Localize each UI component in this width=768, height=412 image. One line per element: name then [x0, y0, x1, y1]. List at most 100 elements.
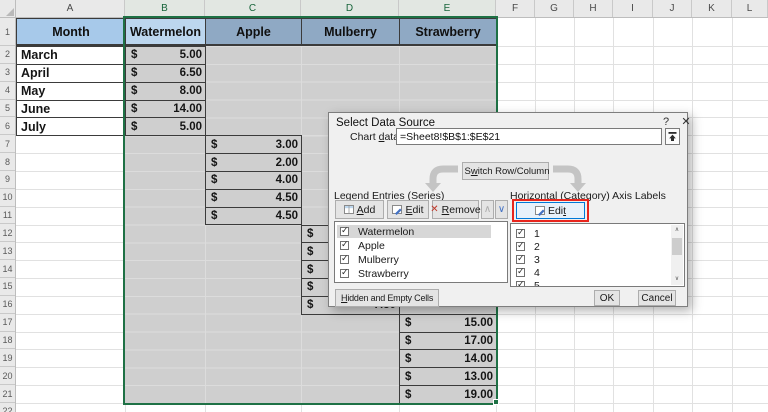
cell-watermelon-r3[interactable]: $6.50	[125, 63, 206, 83]
checkbox-checked[interactable]: ✓	[516, 266, 525, 277]
cell-watermelon-r4[interactable]: $8.00	[125, 81, 206, 101]
column-header-B[interactable]: B	[125, 0, 205, 17]
checkbox-checked[interactable]: ✓	[340, 239, 349, 250]
row-header-21[interactable]: 21	[0, 385, 15, 403]
cell-apple-r9[interactable]: $4.00	[205, 170, 302, 190]
header-cell-Strawberry[interactable]: Strawberry	[399, 18, 497, 46]
axis-label-item-1[interactable]: ✓ 1	[513, 227, 668, 240]
cell-month-June[interactable]: June	[16, 99, 126, 119]
axis-list-scrollbar[interactable]: ∧ ∨	[671, 225, 683, 285]
axis-label-item-3[interactable]: ✓ 3	[513, 253, 668, 266]
add-series-button[interactable]: Add	[335, 200, 384, 219]
legend-entries-list[interactable]: ✓ Watermelon ✓ Apple ✓ Mulberry ✓ Strawberry	[334, 221, 508, 283]
scrollbar-thumb[interactable]	[672, 238, 682, 255]
axis-labels-list[interactable]: ∧ ∨ ✓ 1 ✓ 2 ✓ 3 ✓ 4 ✓ 5	[510, 223, 685, 287]
checkbox-checked[interactable]: ✓	[516, 240, 525, 251]
row-header-5[interactable]: 5	[0, 100, 15, 118]
checkbox-checked[interactable]: ✓	[340, 253, 349, 264]
header-cell-Mulberry[interactable]: Mulberry	[301, 18, 400, 46]
axis-label-item-4[interactable]: ✓ 4	[513, 266, 668, 279]
series-item-watermelon[interactable]: ✓ Watermelon	[337, 225, 491, 238]
column-header-A[interactable]: A	[16, 0, 125, 17]
column-header-F[interactable]: F	[496, 0, 535, 17]
column-header-L[interactable]: L	[732, 0, 768, 17]
cell-apple-r10[interactable]: $4.50	[205, 188, 302, 208]
cell-strawberry-r19[interactable]: $14.00	[399, 349, 497, 369]
checkbox-checked[interactable]: ✓	[516, 253, 525, 264]
cell-strawberry-r17[interactable]: $15.00	[399, 313, 497, 333]
cancel-button[interactable]: Cancel	[638, 290, 676, 306]
column-header-D[interactable]: D	[301, 0, 399, 17]
series-item-apple[interactable]: ✓ Apple	[337, 239, 491, 252]
header-cell-Apple[interactable]: Apple	[205, 18, 302, 46]
cell-value: 15.00	[464, 317, 493, 330]
row-header-20[interactable]: 20	[0, 367, 15, 386]
checkbox-checked[interactable]: ✓	[516, 227, 525, 238]
column-header-J[interactable]: J	[653, 0, 692, 17]
move-series-up-button[interactable]: ∧	[481, 200, 494, 219]
checkbox-checked[interactable]: ✓	[516, 279, 525, 286]
row-header-3[interactable]: 3	[0, 64, 15, 82]
row-header-22[interactable]: 22	[0, 403, 15, 412]
header-cell-Month[interactable]: Month	[16, 18, 126, 46]
cell-strawberry-r21[interactable]: $19.00	[399, 385, 497, 404]
column-header-C[interactable]: C	[205, 0, 301, 17]
column-header-H[interactable]: H	[574, 0, 613, 17]
row-header-18[interactable]: 18	[0, 332, 15, 350]
row-header-10[interactable]: 10	[0, 189, 15, 207]
row-header-4[interactable]: 4	[0, 82, 15, 100]
checkbox-checked[interactable]: ✓	[340, 267, 349, 278]
edit-axis-labels-button[interactable]: Edit	[516, 202, 585, 219]
row-header-2[interactable]: 2	[0, 46, 15, 64]
column-header-G[interactable]: G	[535, 0, 574, 17]
row-header-6[interactable]: 6	[0, 117, 15, 136]
column-header-I[interactable]: I	[613, 0, 653, 17]
row-header-17[interactable]: 17	[0, 314, 15, 332]
column-header-K[interactable]: K	[692, 0, 732, 17]
cell-strawberry-r20[interactable]: $13.00	[399, 367, 497, 387]
header-cell-Watermelon[interactable]: Watermelon	[125, 18, 206, 46]
remove-series-button[interactable]: ✕ Remove	[430, 200, 481, 219]
axis-label-item-2[interactable]: ✓ 2	[513, 240, 668, 253]
scroll-down-icon[interactable]: ∨	[671, 274, 683, 285]
series-item-strawberry[interactable]: ✓ Strawberry	[337, 267, 491, 280]
row-header-12[interactable]: 12	[0, 225, 15, 243]
row-header-1[interactable]: 1	[0, 18, 15, 46]
checkbox-checked[interactable]: ✓	[340, 225, 349, 236]
column-header-E[interactable]: E	[399, 0, 496, 17]
selection-fill-handle[interactable]	[493, 399, 499, 405]
ok-button[interactable]: OK	[594, 290, 620, 306]
row-header-11[interactable]: 11	[0, 207, 15, 225]
cell-apple-r7[interactable]: $3.00	[205, 135, 302, 155]
cell-watermelon-r5[interactable]: $14.00	[125, 99, 206, 119]
row-header-16[interactable]: 16	[0, 296, 15, 314]
cell-month-May[interactable]: May	[16, 81, 126, 101]
cell-month-March[interactable]: March	[16, 46, 126, 65]
row-header-9[interactable]: 9	[0, 171, 15, 189]
chart-data-range-input[interactable]	[396, 128, 662, 145]
series-item-mulberry[interactable]: ✓ Mulberry	[337, 253, 491, 266]
currency-symbol: $	[307, 281, 314, 294]
axis-label-item-5[interactable]: ✓ 5	[513, 279, 668, 286]
close-icon[interactable]: ✕	[678, 115, 694, 130]
cell-watermelon-r6[interactable]: $5.00	[125, 117, 206, 137]
row-header-15[interactable]: 15	[0, 278, 15, 296]
scroll-up-icon[interactable]: ∧	[671, 225, 683, 236]
row-header-13[interactable]: 13	[0, 242, 15, 261]
row-header-19[interactable]: 19	[0, 349, 15, 368]
move-series-down-button[interactable]: ∨	[495, 200, 508, 219]
cell-apple-r8[interactable]: $2.00	[205, 153, 302, 172]
cell-apple-r11[interactable]: $4.50	[205, 206, 302, 226]
select-all-corner[interactable]	[0, 0, 16, 18]
row-header-7[interactable]: 7	[0, 135, 15, 154]
row-header-8[interactable]: 8	[0, 153, 15, 171]
cell-strawberry-r18[interactable]: $17.00	[399, 331, 497, 351]
cell-watermelon-r2[interactable]: $5.00	[125, 46, 206, 65]
hidden-and-empty-cells-button[interactable]: Hidden and Empty Cells	[335, 289, 440, 307]
row-header-14[interactable]: 14	[0, 260, 15, 279]
collapse-dialog-button[interactable]	[665, 128, 680, 145]
edit-series-button[interactable]: Edit	[387, 200, 429, 219]
cell-month-July[interactable]: July	[16, 117, 126, 137]
switch-row-column-button[interactable]: Switch Row/Column	[462, 162, 550, 180]
cell-month-April[interactable]: April	[16, 63, 126, 83]
